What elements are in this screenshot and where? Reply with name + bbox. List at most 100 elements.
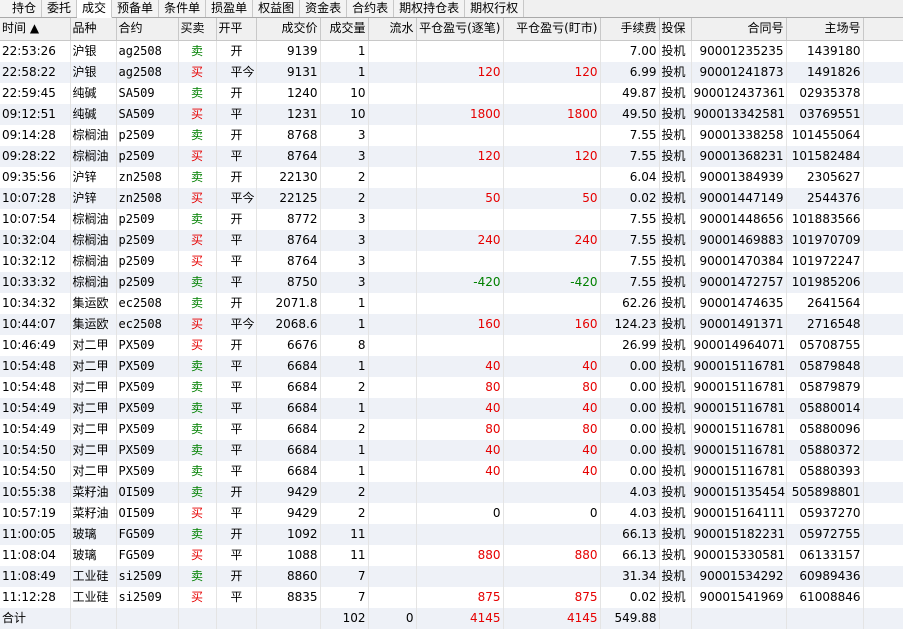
cell-openclose: 开	[216, 40, 257, 62]
cell-qty: 3	[320, 124, 369, 146]
table-row[interactable]: 10:55:38 菜籽油 OI509 卖开 9429 2 4.03 投机 90001513545…	[0, 481, 903, 503]
cell-pnl-mtm	[503, 250, 601, 272]
cell-contract: p2509	[116, 271, 179, 293]
tab-0[interactable]: 持仓	[0, 0, 43, 17]
col-product-header[interactable]: 品种	[70, 18, 117, 41]
col-side-header[interactable]: 买卖	[178, 18, 217, 41]
table-row[interactable]: 10:54:48 对二甲 PX509 卖平 6684 2 80 80 0.00 投机 9000151…	[0, 376, 903, 398]
cell-side: 买	[178, 61, 217, 83]
cell-side: 卖	[178, 82, 217, 104]
cell-contract-no: 90001470384	[691, 250, 787, 272]
cell-match-no: 06133157	[786, 544, 864, 566]
cell-contract: p2509	[116, 208, 179, 230]
table-row[interactable]: 11:12:28 工业硅 si2509 买平 8835 7 875 875 0.02 投机 9000…	[0, 586, 903, 608]
cell-pnl-close: 40	[416, 355, 504, 377]
cell-match-no: 2544376	[786, 187, 864, 209]
table-row[interactable]: 10:34:32 集运欧 ec2508 卖开 2071.8 1 62.26 投机 9000147…	[0, 292, 903, 314]
cell-match-no: 03769551	[786, 103, 864, 125]
table-row[interactable]: 10:32:12 棕榈油 p2509 买平 8764 3 7.55 投机 90001470384…	[0, 250, 903, 272]
cell-hedge: 投机	[659, 418, 692, 440]
table-row[interactable]: 11:00:05 玻璃 FG509 卖开 1092 11 66.13 投机 9000151822…	[0, 523, 903, 545]
col-pnl-close-header[interactable]: 平仓盈亏(逐笔)	[416, 18, 504, 41]
col-hedge-header[interactable]: 投保	[659, 18, 692, 41]
cell-price: 6684	[256, 439, 321, 461]
tab-10[interactable]: 期权行权	[465, 0, 525, 17]
cell-contract-no: 9000151167815	[691, 376, 787, 398]
tab-2[interactable]: 成交	[77, 0, 113, 18]
table-row[interactable]: 09:28:22 棕榈油 p2509 买平 8764 3 120 120 7.55 投机 90001…	[0, 145, 903, 167]
cell-openclose: 平今	[216, 187, 257, 209]
table-row[interactable]: 10:57:19 菜籽油 OI509 买平 9429 2 0 0 4.03 投机 900015164…	[0, 502, 903, 524]
cell-openclose: 平	[216, 229, 257, 251]
cell-match-no: 02935378	[786, 82, 864, 104]
cell-pnl-mtm	[503, 334, 601, 356]
col-openclose-header[interactable]: 开平	[216, 18, 257, 41]
cell-qty: 10	[320, 103, 369, 125]
cell-fee: 4.03	[600, 481, 660, 503]
tab-5[interactable]: 损盈单	[206, 0, 254, 17]
table-row[interactable]: 10:54:49 对二甲 PX509 卖平 6684 2 80 80 0.00 投机 9000151…	[0, 418, 903, 440]
cell-fee: 7.00	[600, 40, 660, 62]
cell-pnl-close: 875	[416, 586, 504, 608]
table-row[interactable]: 09:35:56 沪锌 zn2508 卖开 22130 2 6.04 投机 9000138493…	[0, 166, 903, 188]
table-row[interactable]: 10:07:54 棕榈油 p2509 卖开 8772 3 7.55 投机 90001448656…	[0, 208, 903, 230]
col-time-header[interactable]: 时间 ▲	[0, 18, 71, 41]
cell-contract-no: 90001368231	[691, 145, 787, 167]
cell-qty: 3	[320, 145, 369, 167]
col-match-no-header[interactable]: 主场号	[786, 18, 864, 41]
total-pnl-close: 4145	[416, 607, 504, 629]
cell-openclose: 平	[216, 250, 257, 272]
cell-fee: 66.13	[600, 544, 660, 566]
cell-pnl-mtm: -420	[503, 271, 601, 293]
cell-pnl-close: 80	[416, 376, 504, 398]
table-row[interactable]: 09:12:51 纯碱 SA509 买平 1231 10 1800 1800 49.50 投机 90…	[0, 103, 903, 125]
table-row[interactable]: 10:54:48 对二甲 PX509 卖平 6684 1 40 40 0.00 投机 9000151…	[0, 355, 903, 377]
table-row[interactable]: 10:54:50 对二甲 PX509 卖平 6684 1 40 40 0.00 投机 9000151…	[0, 439, 903, 461]
table-row[interactable]: 09:14:28 棕榈油 p2509 卖开 8768 3 7.55 投机 90001338258…	[0, 124, 903, 146]
tab-8[interactable]: 合约表	[347, 0, 395, 17]
col-fee-header[interactable]: 手续费	[600, 18, 660, 41]
table-row[interactable]: 10:54:49 对二甲 PX509 卖平 6684 1 40 40 0.00 投机 9000151…	[0, 397, 903, 419]
col-contract-header[interactable]: 合约	[116, 18, 179, 41]
table-row[interactable]: 11:08:49 工业硅 si2509 卖开 8860 7 31.34 投机 900015342…	[0, 565, 903, 587]
cell-hedge: 投机	[659, 355, 692, 377]
col-contract-no-header[interactable]: 合同号	[691, 18, 787, 41]
cell-product: 对二甲	[70, 460, 117, 482]
cell-pnl-close	[416, 481, 504, 503]
col-flow-header[interactable]: 流水	[368, 18, 417, 41]
tab-9[interactable]: 期权持仓表	[394, 0, 466, 17]
cell-match-no: 101883566	[786, 208, 864, 230]
table-row[interactable]: 10:07:28 沪锌 zn2508 买平今 22125 2 50 50 0.02 投机 90001…	[0, 187, 903, 209]
col-price-header[interactable]: 成交价	[256, 18, 321, 41]
cell-time: 11:08:49	[0, 565, 71, 587]
cell-fee: 0.00	[600, 418, 660, 440]
tab-6[interactable]: 权益图	[253, 0, 301, 17]
tab-3[interactable]: 预备单	[112, 0, 160, 17]
table-row[interactable]: 10:54:50 对二甲 PX509 卖平 6684 1 40 40 0.00 投机 9000151…	[0, 460, 903, 482]
table-row[interactable]: 10:44:07 集运欧 ec2508 买平今 2068.6 1 160 160 124.23 投…	[0, 313, 903, 335]
tab-4[interactable]: 条件单	[159, 0, 207, 17]
tab-1[interactable]: 委托	[42, 0, 78, 17]
cell-flow	[368, 481, 417, 503]
table-row[interactable]: 22:53:26 沪银 ag2508 卖开 9139 1 7.00 投机 90001235235…	[0, 40, 903, 62]
cell-side: 买	[178, 334, 217, 356]
tab-7[interactable]: 资金表	[300, 0, 348, 17]
cell-product: 工业硅	[70, 565, 117, 587]
col-qty-header[interactable]: 成交量	[320, 18, 369, 41]
table-row[interactable]: 10:32:04 棕榈油 p2509 买平 8764 3 240 240 7.55 投机 90001…	[0, 229, 903, 251]
cell-match-no: 05937270	[786, 502, 864, 524]
cell-pnl-mtm: 50	[503, 187, 601, 209]
table-row[interactable]: 22:59:45 纯碱 SA509 卖开 1240 10 49.87 投机 9000124373…	[0, 82, 903, 104]
cell-hedge: 投机	[659, 397, 692, 419]
cell-price: 8750	[256, 271, 321, 293]
cell-flow	[368, 418, 417, 440]
table-row[interactable]: 10:46:49 对二甲 PX509 买开 6676 8 26.99 投机 9000149640…	[0, 334, 903, 356]
table-row[interactable]: 11:08:04 玻璃 FG509 买平 1088 11 880 880 66.13 投机 9000…	[0, 544, 903, 566]
cell-fee: 124.23	[600, 313, 660, 335]
cell-hedge: 投机	[659, 103, 692, 125]
col-pnl-mtm-header[interactable]: 平仓盈亏(盯市)	[503, 18, 601, 41]
table-row[interactable]: 10:33:32 棕榈油 p2509 卖平 8750 3 -420 -420 7.55 投机 900…	[0, 271, 903, 293]
table-row[interactable]: 22:58:22 沪银 ag2508 买平今 9131 1 120 120 6.99 投机 9000…	[0, 61, 903, 83]
cell-price: 22130	[256, 166, 321, 188]
cell-flow	[368, 250, 417, 272]
